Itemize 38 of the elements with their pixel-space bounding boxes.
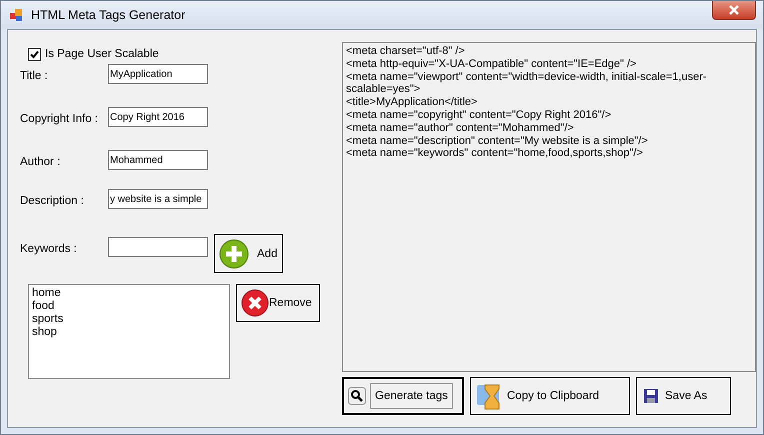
output-line: <meta name="description" content="My website is a simple"/> (346, 134, 649, 148)
remove-button[interactable]: Remove (236, 284, 320, 322)
field-label: Keywords : (20, 242, 78, 255)
input-field[interactable]: Mohammed (108, 150, 208, 170)
search-icon (348, 387, 366, 405)
output-line: <meta name="keywords" content="home,food,sports,shop"/> (346, 147, 644, 160)
plus-icon (219, 238, 249, 268)
generate-button[interactable]: Generate tags (342, 377, 464, 415)
window-title: HTML Meta Tags Generator (31, 8, 186, 22)
output-line: <meta name="viewport" content="width=device-width, initial-scale=1,user-scalable=yes"> (346, 70, 708, 96)
output-line: <meta name="copyright" content="Copy Right 2016"/> (346, 108, 612, 122)
field-label: Copyright Info : (20, 112, 99, 125)
close-icon (728, 5, 740, 15)
input-field[interactable]: Copy Right 2016 (108, 107, 208, 127)
output-line: <meta http-equiv="X-UA-Compatible" content="IE=Edge" /> (346, 58, 638, 71)
output-line: <title>MyApplication</title> (346, 96, 478, 109)
list-item[interactable]: shop (32, 326, 226, 339)
save-button[interactable]: Save As (636, 377, 731, 415)
checkbox[interactable] (28, 48, 41, 60)
output-line: <meta charset="utf-8" /> (346, 45, 466, 58)
cross-icon (241, 289, 269, 317)
keyword-list[interactable]: home food sports shop (28, 284, 230, 379)
list-item[interactable]: food (32, 300, 226, 313)
output-line: <meta name="author" content="Mohammed"/> (346, 122, 575, 135)
input-field[interactable] (108, 237, 208, 257)
field-label: Description : (20, 194, 85, 207)
field-label: Title : (20, 69, 49, 82)
close-button[interactable] (712, 1, 756, 20)
list-item[interactable]: home (32, 287, 226, 300)
field-label: Author : (20, 155, 62, 168)
output-text-area[interactable] (342, 42, 756, 372)
add-button[interactable]: Add (214, 234, 283, 273)
list-item[interactable]: sports (32, 313, 226, 326)
input-field[interactable]: MyApplication (108, 64, 208, 84)
input-field[interactable]: y website is a simple (108, 189, 208, 209)
copy-button[interactable]: Copy to Clipboard (470, 377, 630, 415)
checkbox-label: Is Page User Scalable (45, 48, 159, 60)
app-icon (9, 8, 23, 22)
